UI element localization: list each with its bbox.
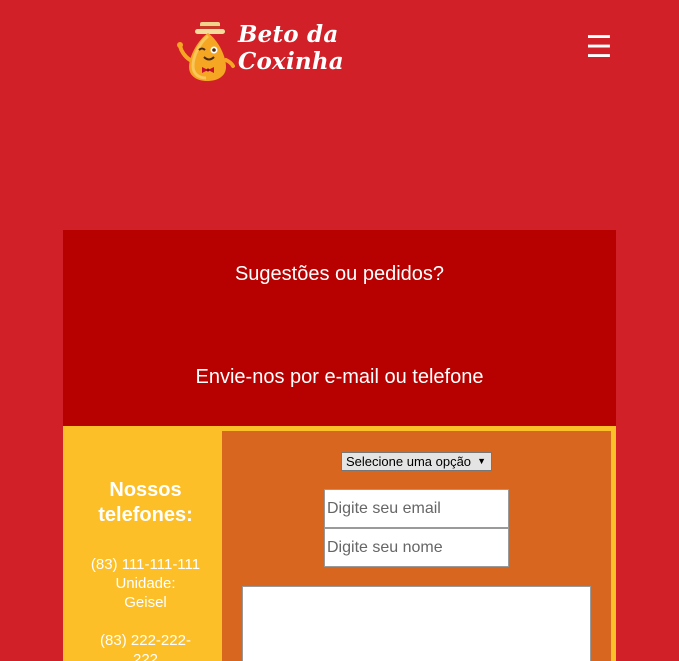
- hamburger-menu-icon[interactable]: ☰: [585, 32, 613, 64]
- phone-number-1[interactable]: (83) 111-111-111: [63, 555, 228, 574]
- phones-panel: Nossos telefones: (83) 111-111-111 Unida…: [63, 426, 222, 661]
- phone-number-2-continued[interactable]: 222: [63, 650, 228, 661]
- subject-select[interactable]: Selecione uma opção ▼: [341, 452, 492, 471]
- contact-form: Selecione uma opção ▼ Digite seu email D…: [222, 431, 611, 661]
- message-textarea[interactable]: [242, 586, 591, 661]
- coxinha-mascot-icon: [176, 20, 236, 84]
- subject-select-value: Selecione uma opção: [346, 454, 472, 469]
- unit-label: Unidade:: [115, 575, 176, 592]
- contact-body: Nossos telefones: (83) 111-111-111 Unida…: [63, 426, 616, 661]
- phones-title: Nossos telefones:: [63, 478, 228, 528]
- dropdown-arrow-icon: ▼: [477, 456, 486, 466]
- phones-title-line1: Nossos: [109, 479, 182, 501]
- brand-name: Beto da Coxinha: [238, 21, 344, 75]
- site-header: Beto da Coxinha ☰: [0, 0, 679, 100]
- contact-headline: Sugestões ou pedidos?: [234, 263, 445, 285]
- name-field[interactable]: Digite seu nome: [324, 528, 509, 567]
- contact-subheadline: Envie-nos por e-mail ou telefone: [195, 366, 484, 388]
- brand-logo[interactable]: Beto da Coxinha: [176, 20, 416, 84]
- email-field[interactable]: Digite seu email: [324, 489, 509, 528]
- unit-name: Geisel: [124, 594, 167, 611]
- phone-number-2[interactable]: (83) 222-222-: [63, 631, 228, 650]
- contact-header-band: Sugestões ou pedidos? Envie-nos por e-ma…: [63, 230, 616, 426]
- contact-section: Sugestões ou pedidos? Envie-nos por e-ma…: [63, 230, 616, 661]
- phones-title-line2: telefones:: [98, 504, 193, 526]
